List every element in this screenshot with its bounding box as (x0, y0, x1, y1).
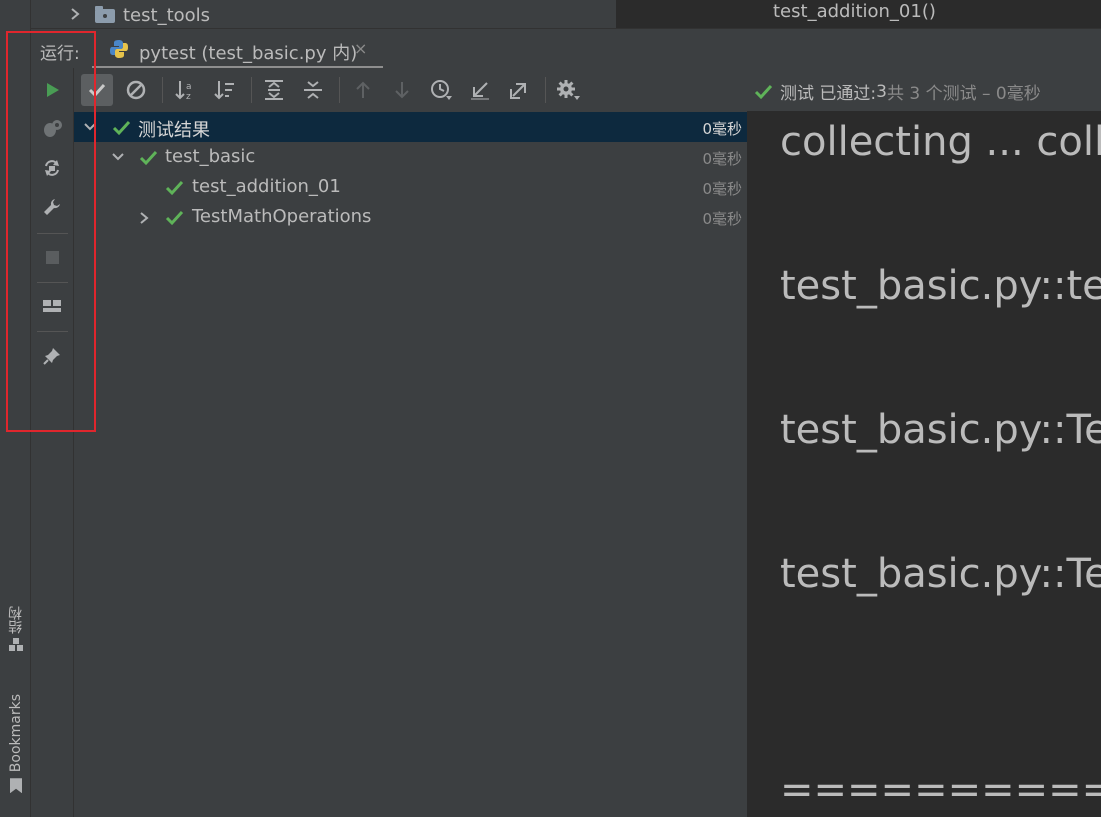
close-icon[interactable]: × (354, 41, 367, 57)
pin-icon (43, 348, 60, 365)
clock-icon (431, 80, 452, 100)
pass-check-icon (112, 120, 131, 136)
bookmark-icon (10, 778, 22, 794)
editor-breadcrumb-area: test_addition_01() (616, 0, 1101, 28)
status-passed-count: 3 (876, 81, 887, 102)
structure-tool-window-button[interactable]: 结构 (4, 606, 28, 652)
layout-button[interactable] (40, 294, 64, 318)
expand-all-button[interactable] (258, 74, 290, 106)
wrench-icon (44, 199, 60, 215)
bookmarks-tool-label: Bookmarks (8, 694, 24, 773)
tree-node-module[interactable]: test_basic 0毫秒 (74, 142, 747, 172)
console-line: test_basic.py::test_addition_01 PASSED (780, 263, 1101, 309)
run-side-toolbar (31, 68, 74, 817)
export-icon (510, 83, 526, 99)
tree-node-class[interactable]: TestMathOperations 0毫秒 (74, 202, 747, 232)
svg-text:a: a (186, 82, 192, 92)
rerun-icon (45, 160, 59, 176)
sort-alphabetically-button[interactable]: a z (170, 74, 202, 106)
tree-node-label: TestMathOperations (192, 206, 372, 227)
tree-node-root[interactable]: 测试结果 0毫秒 (74, 112, 747, 142)
test-results-toolbar: a z 测试 已通过: 3 共 3 个测试 – 0毫秒 (74, 68, 1101, 111)
pass-check-icon (754, 84, 773, 99)
gear-icon (557, 80, 580, 100)
python-icon (110, 40, 128, 58)
test-history-button[interactable] (425, 74, 457, 106)
run-tab-title: pytest (test_basic.py 内) (139, 43, 358, 64)
import-tests-button[interactable] (464, 74, 496, 106)
project-folder-label: test_tools (123, 5, 211, 26)
test-results-tree: 测试结果 0毫秒 test_basic 0毫秒 test_addition_01… (74, 111, 747, 817)
checkmark-icon (88, 83, 106, 98)
console-output[interactable]: collecting ... collected 3 items test_ba… (747, 111, 1101, 817)
editor-breadcrumb[interactable]: test_addition_01() (773, 1, 936, 22)
show-ignored-toggle[interactable] (120, 74, 152, 106)
toolbar-separator (37, 233, 68, 234)
sort-by-duration-button[interactable] (209, 74, 241, 106)
console-line: test_basic.py::TestMathOperations::test_… (780, 551, 1101, 597)
sort-duration-icon (214, 81, 234, 100)
tree-node-duration: 0毫秒 (702, 150, 742, 168)
pin-tab-button[interactable] (40, 344, 64, 368)
svg-text:z: z (186, 92, 191, 101)
run-tab-pytest[interactable]: pytest (test_basic.py 内) × (92, 29, 383, 69)
arrow-down-icon (395, 82, 409, 99)
ignore-icon (126, 80, 146, 100)
tree-node-duration: 0毫秒 (702, 210, 742, 228)
chevron-right-icon[interactable] (138, 211, 150, 225)
sort-alpha-icon: a z (175, 81, 192, 101)
show-passed-toggle[interactable] (81, 74, 113, 106)
console-line: collecting ... collected 3 items (780, 119, 1101, 165)
run-label: 运行: (40, 44, 80, 64)
chevron-down-icon[interactable] (111, 151, 125, 163)
project-tree-row[interactable]: test_tools (31, 0, 616, 28)
run-tool-window-header: 运行: pytest (test_basic.py 内) × (31, 28, 1101, 69)
left-tool-strip: 结构 Bookmarks (0, 0, 31, 817)
tree-node-duration: 0毫秒 (702, 120, 742, 138)
stop-icon (46, 251, 59, 264)
collapse-all-button[interactable] (297, 74, 329, 106)
stop-button[interactable] (40, 245, 64, 269)
console-line: test_basic.py::TestMathOperations::test_… (780, 407, 1101, 453)
folder-icon (95, 6, 115, 23)
export-tests-button[interactable] (503, 74, 535, 106)
structure-icon (9, 638, 23, 652)
tree-node-label: 测试结果 (138, 120, 210, 141)
rerun-failed-button[interactable] (40, 156, 64, 180)
pass-check-icon (165, 180, 184, 196)
bug-icon (44, 120, 62, 137)
play-icon (47, 83, 59, 97)
next-failed-button[interactable] (386, 74, 418, 106)
bookmarks-tool-window-button[interactable]: Bookmarks (4, 694, 28, 794)
test-status-summary: 测试 已通过: 3 共 3 个测试 – 0毫秒 (754, 79, 1041, 104)
settings-button[interactable] (40, 195, 64, 219)
chevron-right-icon[interactable] (69, 7, 81, 21)
structure-tool-label: 结构 (8, 606, 24, 634)
chevron-down-icon[interactable] (83, 121, 97, 133)
pass-check-icon (139, 150, 158, 166)
toolbar-separator (37, 331, 68, 332)
import-icon (471, 82, 489, 100)
tree-node-duration: 0毫秒 (702, 180, 742, 198)
tree-node-label: test_basic (165, 146, 256, 167)
console-line: ============================== 3 passed … (780, 767, 1101, 813)
arrow-up-icon (356, 81, 370, 98)
tree-node-test[interactable]: test_addition_01 0毫秒 (74, 172, 747, 202)
test-settings-button[interactable] (552, 74, 584, 106)
layout-icon (43, 300, 61, 312)
status-label: 测试 已通过: (780, 84, 877, 104)
collapse-all-icon (304, 81, 322, 99)
rerun-button[interactable] (40, 78, 64, 102)
toolbar-separator (37, 282, 68, 283)
previous-failed-button[interactable] (347, 74, 379, 106)
tree-node-label: test_addition_01 (192, 176, 341, 197)
expand-all-icon (265, 80, 283, 100)
status-total: 共 3 个测试 – 0毫秒 (886, 84, 1041, 104)
pass-check-icon (165, 210, 184, 226)
debug-button[interactable] (40, 117, 64, 141)
